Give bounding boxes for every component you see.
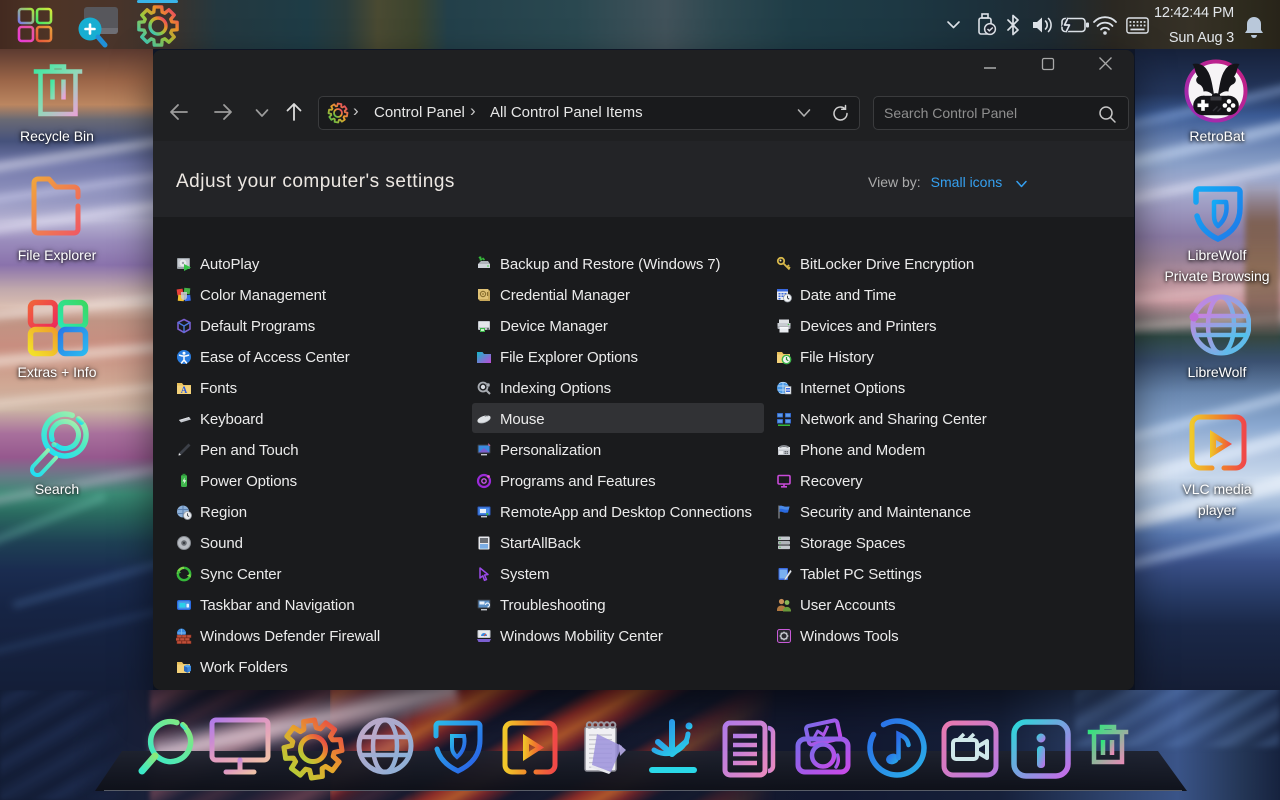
svg-text:A: A [181,385,188,395]
